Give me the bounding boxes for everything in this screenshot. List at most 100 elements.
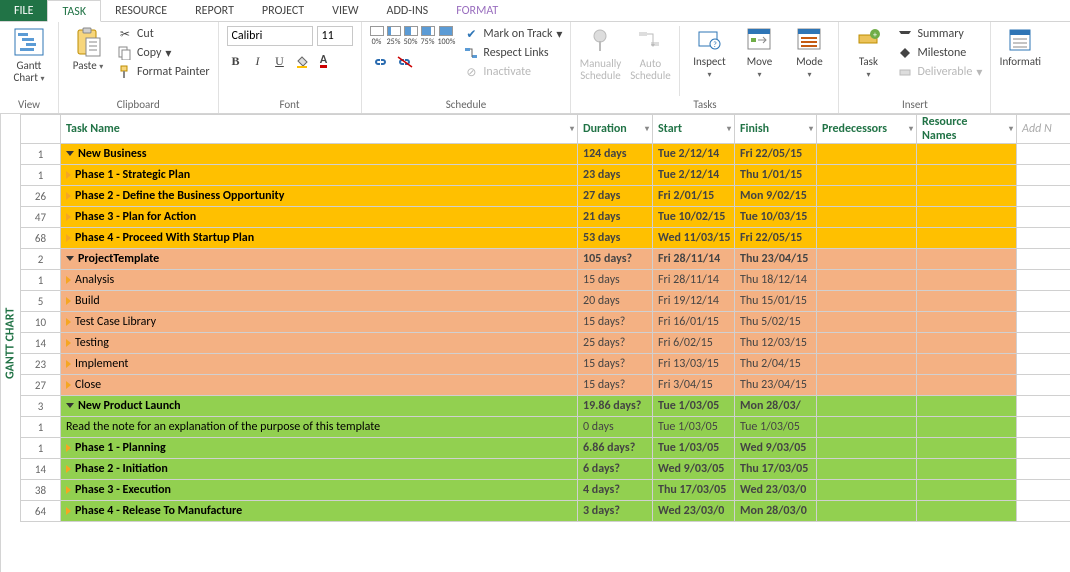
underline-button[interactable]: U <box>271 52 289 70</box>
cell-predecessors[interactable] <box>817 375 917 396</box>
cell-resourcenames[interactable] <box>917 501 1017 522</box>
cell-predecessors[interactable] <box>817 354 917 375</box>
expand-icon[interactable] <box>66 360 71 368</box>
cell-duration[interactable]: 15 days <box>578 270 653 291</box>
cell-resourcenames[interactable] <box>917 333 1017 354</box>
cell-predecessors[interactable] <box>817 417 917 438</box>
row-number[interactable]: 27 <box>21 375 61 396</box>
dropdown-icon[interactable]: ▾ <box>909 124 913 134</box>
task-row[interactable]: 10Test Case Library15 days?Fri 16/01/15T… <box>21 312 1070 333</box>
task-row[interactable]: 68Phase 4 - Proceed With Startup Plan53 … <box>21 228 1070 249</box>
col-addnew[interactable]: Add N <box>1017 115 1070 144</box>
tab-view[interactable]: VIEW <box>318 0 372 21</box>
cell-finish[interactable]: Thu 17/03/05 <box>735 459 817 480</box>
expand-icon[interactable] <box>66 297 71 305</box>
cell-finish[interactable]: Thu 23/04/15 <box>735 375 817 396</box>
inactivate-button[interactable]: ⊘Inactivate <box>463 64 562 80</box>
percent-0[interactable]: 0% <box>370 26 384 47</box>
font-color-button[interactable]: A <box>315 52 333 70</box>
cell-start[interactable]: Wed 23/03/0 <box>653 501 735 522</box>
task-row[interactable]: 5Build20 daysFri 19/12/14Thu 15/01/15 <box>21 291 1070 312</box>
move-button[interactable]: Move▾ <box>738 26 780 81</box>
cell-addnew[interactable] <box>1017 375 1070 396</box>
dropdown-icon[interactable]: ▾ <box>727 124 731 134</box>
task-grid[interactable]: Task Name▾ Duration▾ Start▾ Finish▾ Pred… <box>20 114 1070 572</box>
dropdown-icon[interactable]: ▾ <box>570 124 574 134</box>
task-button[interactable]: + Task▾ <box>847 26 889 81</box>
cell-start[interactable]: Fri 2/01/15 <box>653 186 735 207</box>
cell-resourcenames[interactable] <box>917 312 1017 333</box>
cell-start[interactable]: Tue 1/03/05 <box>653 396 735 417</box>
cell-taskname[interactable]: Phase 4 - Proceed With Startup Plan <box>61 228 578 249</box>
cell-taskname[interactable]: Analysis <box>61 270 578 291</box>
expand-icon[interactable] <box>66 213 71 221</box>
cell-finish[interactable]: Thu 12/03/15 <box>735 333 817 354</box>
cell-predecessors[interactable] <box>817 291 917 312</box>
cell-addnew[interactable] <box>1017 207 1070 228</box>
cell-duration[interactable]: 15 days? <box>578 375 653 396</box>
cell-predecessors[interactable] <box>817 438 917 459</box>
expand-icon[interactable] <box>66 486 71 494</box>
cell-start[interactable]: Fri 19/12/14 <box>653 291 735 312</box>
cell-predecessors[interactable] <box>817 480 917 501</box>
task-row[interactable]: 38Phase 3 - Execution4 days?Thu 17/03/05… <box>21 480 1070 501</box>
row-number[interactable]: 1 <box>21 165 61 186</box>
expand-icon[interactable] <box>66 192 71 200</box>
cell-finish[interactable]: Thu 23/04/15 <box>735 249 817 270</box>
cell-duration[interactable]: 25 days? <box>578 333 653 354</box>
row-number[interactable]: 1 <box>21 438 61 459</box>
cell-finish[interactable]: Wed 23/03/0 <box>735 480 817 501</box>
font-size-combo[interactable] <box>317 26 353 46</box>
cell-addnew[interactable] <box>1017 417 1070 438</box>
task-row[interactable]: 14Testing25 days?Fri 6/02/15Thu 12/03/15 <box>21 333 1070 354</box>
task-row[interactable]: 3New Product Launch19.86 days?Tue 1/03/0… <box>21 396 1070 417</box>
percent-100[interactable]: 100% <box>438 26 456 47</box>
task-row[interactable]: 2ProjectTemplate105 days?Fri 28/11/14Thu… <box>21 249 1070 270</box>
row-number[interactable]: 38 <box>21 480 61 501</box>
cell-finish[interactable]: Wed 9/03/05 <box>735 438 817 459</box>
row-number[interactable]: 5 <box>21 291 61 312</box>
expand-icon[interactable] <box>66 234 71 242</box>
italic-button[interactable]: I <box>249 52 267 70</box>
cell-resourcenames[interactable] <box>917 249 1017 270</box>
cell-addnew[interactable] <box>1017 312 1070 333</box>
cell-addnew[interactable] <box>1017 333 1070 354</box>
cell-start[interactable]: Fri 28/11/14 <box>653 249 735 270</box>
mode-button[interactable]: Mode▾ <box>788 26 830 81</box>
cell-taskname[interactable]: Build <box>61 291 578 312</box>
expand-icon[interactable] <box>66 339 71 347</box>
cell-predecessors[interactable] <box>817 207 917 228</box>
paste-button[interactable]: Paste ▾ <box>67 26 109 73</box>
copy-button[interactable]: Copy ▾ <box>117 45 210 61</box>
cell-addnew[interactable] <box>1017 144 1070 165</box>
task-row[interactable]: 1New Business124 daysTue 2/12/14Fri 22/0… <box>21 144 1070 165</box>
tab-task[interactable]: TASK <box>47 0 101 22</box>
cell-taskname[interactable]: Implement <box>61 354 578 375</box>
row-number[interactable]: 1 <box>21 144 61 165</box>
information-button[interactable]: Informati <box>999 26 1041 68</box>
summary-button[interactable]: Summary <box>897 26 982 42</box>
cell-addnew[interactable] <box>1017 459 1070 480</box>
auto-schedule-button[interactable]: Auto Schedule <box>629 26 671 82</box>
tab-resource[interactable]: RESOURCE <box>101 0 181 21</box>
collapse-icon[interactable] <box>66 403 74 408</box>
cell-start[interactable]: Tue 2/12/14 <box>653 144 735 165</box>
cell-predecessors[interactable] <box>817 186 917 207</box>
row-number[interactable]: 2 <box>21 249 61 270</box>
cell-finish[interactable]: Tue 10/03/15 <box>735 207 817 228</box>
cell-duration[interactable]: 105 days? <box>578 249 653 270</box>
cell-addnew[interactable] <box>1017 270 1070 291</box>
cell-resourcenames[interactable] <box>917 291 1017 312</box>
cell-addnew[interactable] <box>1017 186 1070 207</box>
cell-finish[interactable]: Fri 22/05/15 <box>735 228 817 249</box>
row-number[interactable]: 23 <box>21 354 61 375</box>
cell-taskname[interactable]: New Product Launch <box>61 396 578 417</box>
cell-resourcenames[interactable] <box>917 459 1017 480</box>
percent-25[interactable]: 25% <box>387 26 401 47</box>
cell-resourcenames[interactable] <box>917 480 1017 501</box>
cell-duration[interactable]: 19.86 days? <box>578 396 653 417</box>
cell-finish[interactable]: Fri 22/05/15 <box>735 144 817 165</box>
expand-icon[interactable] <box>66 171 71 179</box>
cell-finish[interactable]: Tue 1/03/05 <box>735 417 817 438</box>
cell-addnew[interactable] <box>1017 228 1070 249</box>
